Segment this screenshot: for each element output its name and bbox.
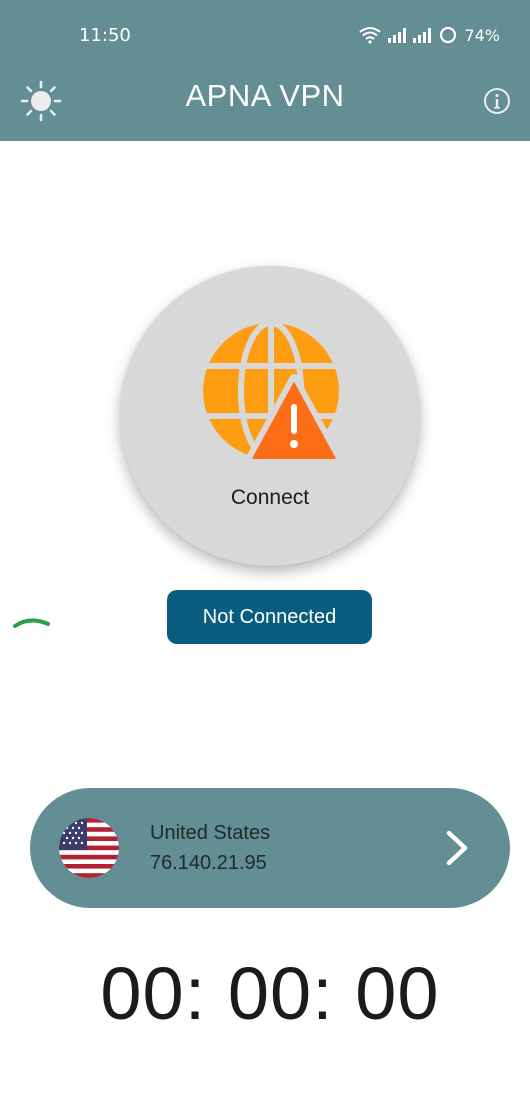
- signal-icon: [413, 28, 432, 43]
- battery-ring-icon: [440, 26, 457, 44]
- status-icons: 74%: [358, 24, 500, 46]
- globe-warning-icon: [203, 323, 342, 465]
- us-flag-icon: [59, 818, 119, 878]
- info-icon[interactable]: [483, 87, 511, 115]
- connection-status-badge: Not Connected: [167, 590, 372, 644]
- app-bar: 11:50 74% APNA VPN: [0, 0, 530, 141]
- wifi-icon: [359, 27, 382, 44]
- chevron-right-icon[interactable]: [444, 828, 472, 868]
- loading-spinner: [13, 618, 50, 628]
- connect-label: Connect: [230, 486, 310, 509]
- app-title: APNA VPN: [185, 78, 345, 113]
- connection-timer: 00: 00: 00: [100, 952, 440, 1035]
- server-selector[interactable]: United States 76.140.21.95: [30, 788, 510, 908]
- battery-level: 74%: [464, 25, 500, 45]
- signal-icon: [388, 28, 407, 43]
- server-country: United States: [150, 822, 271, 844]
- server-ip: 76.140.21.95: [150, 852, 267, 874]
- status-time: 11:50: [79, 25, 131, 46]
- connect-button[interactable]: Connect: [120, 266, 420, 566]
